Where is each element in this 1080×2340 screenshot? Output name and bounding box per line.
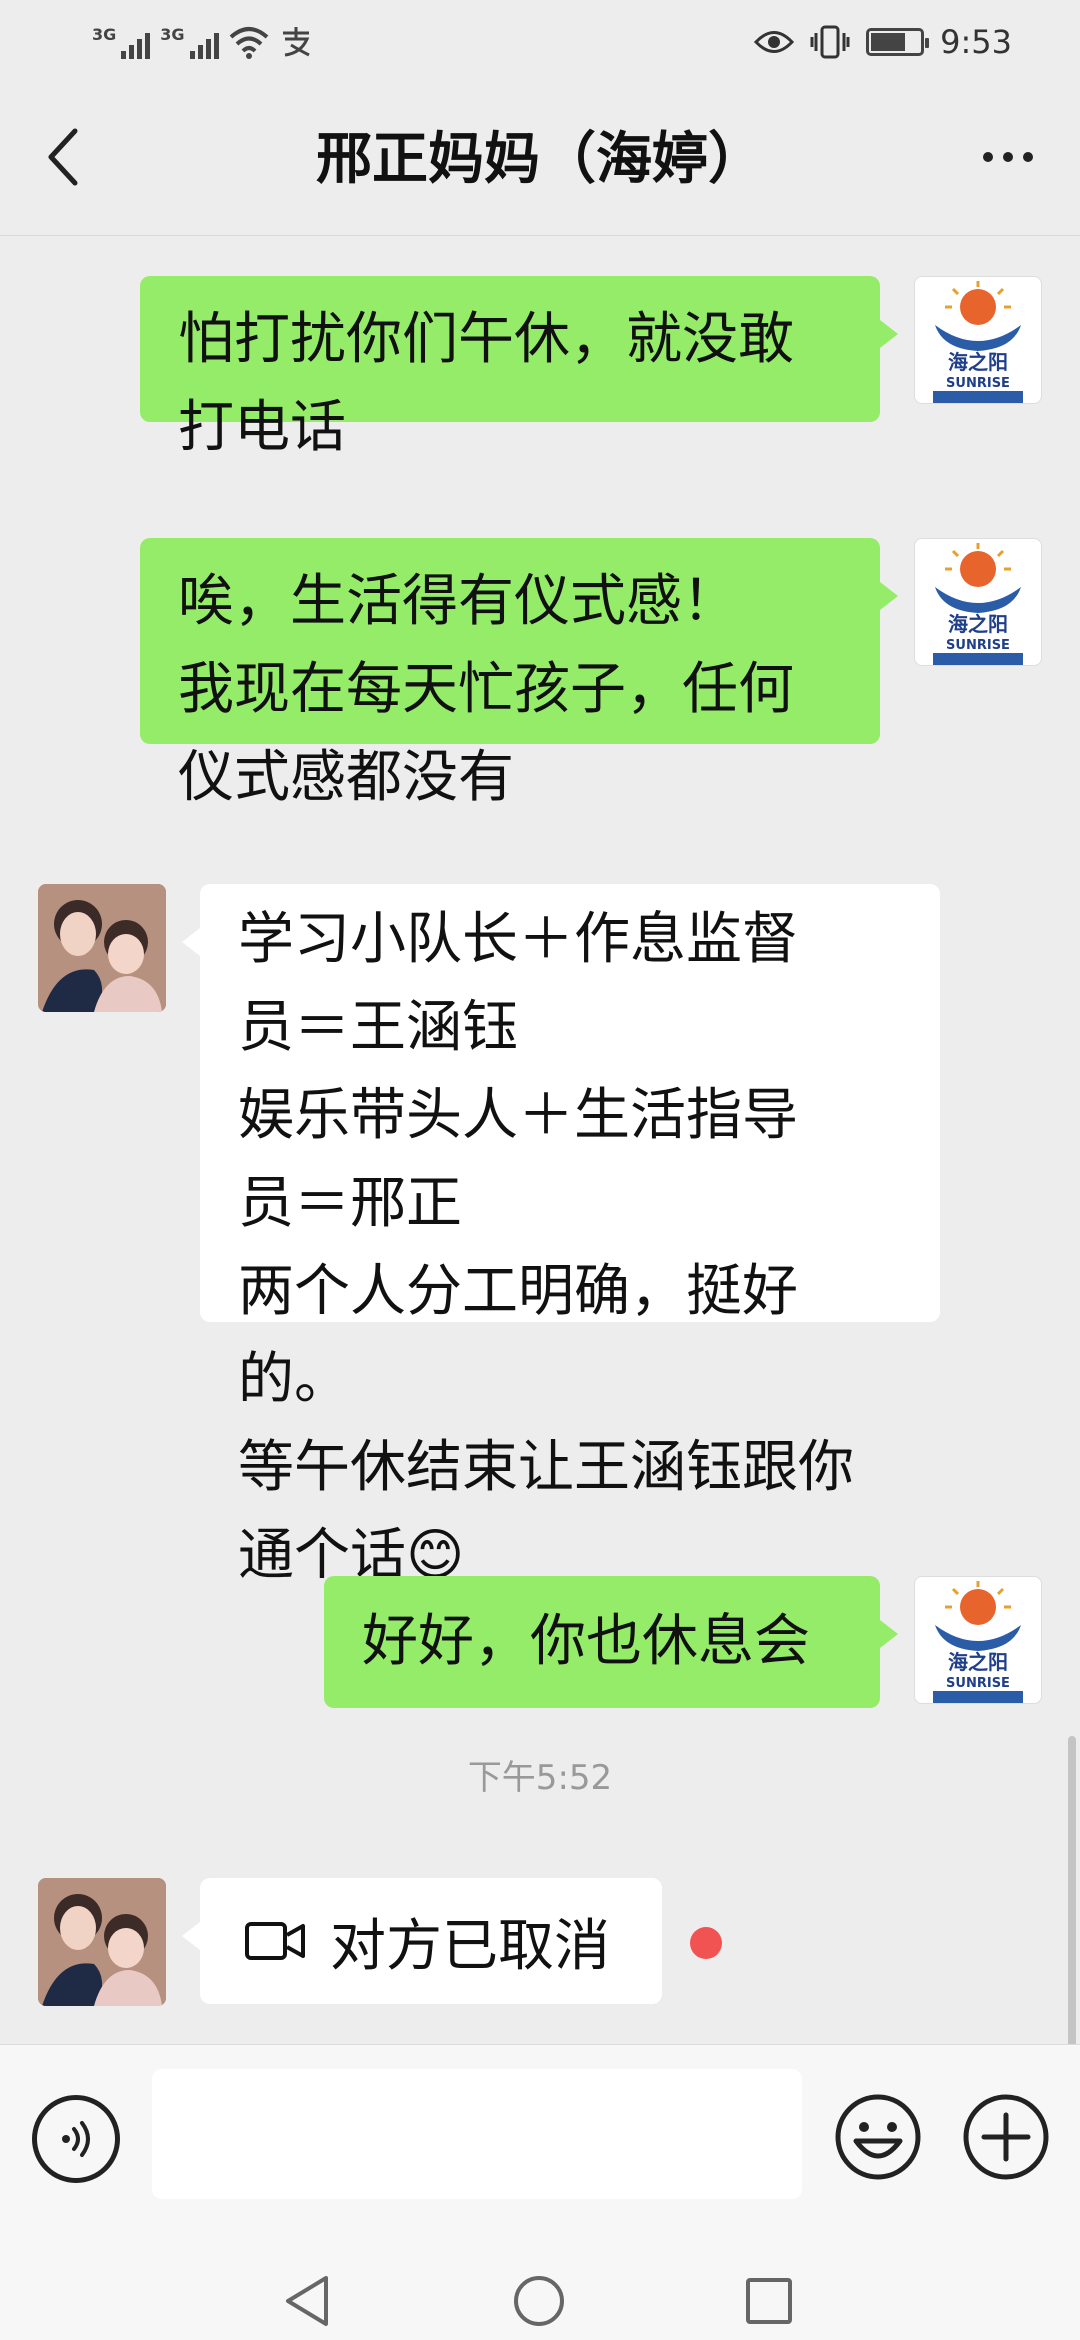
network-type-2: 3G (160, 25, 185, 44)
contact-photo (38, 884, 166, 1012)
call-status-text: 对方已取消 (330, 1913, 610, 1979)
signal-icon: 3G (92, 25, 151, 59)
contact-avatar[interactable] (38, 1878, 166, 2006)
wifi-icon (229, 27, 268, 59)
svg-text:海之阳: 海之阳 (948, 350, 1008, 374)
clock: 9:53 (940, 23, 1012, 61)
contact-avatar[interactable] (38, 884, 166, 1012)
eye-icon (754, 31, 795, 53)
more-horizontal-icon (983, 152, 993, 162)
contact-photo (38, 1878, 166, 2006)
emoji-button[interactable] (832, 2091, 924, 2183)
back-button[interactable] (30, 122, 100, 192)
my-avatar[interactable]: 海之阳 SUNRISE (914, 1576, 1042, 1704)
message-bubble-sent[interactable]: 怕打扰你们午休，就没敢 打电话 (140, 276, 898, 460)
voice-button[interactable] (32, 2095, 120, 2183)
video-camera-icon (245, 1922, 305, 1960)
svg-text:SUNRISE: SUNRISE (946, 376, 1010, 391)
vibrate-icon (810, 25, 850, 59)
more-dot (1023, 152, 1033, 162)
chevron-left-icon (48, 128, 78, 186)
battery-icon (866, 28, 930, 56)
sunrise-logo-icon: 海之阳 SUNRISE (933, 281, 1023, 403)
system-nav-bar (0, 2260, 1080, 2340)
emoji-icon (835, 2094, 921, 2180)
chat-header: 邢正妈妈（海婷） (0, 82, 1080, 236)
message-input[interactable] (152, 2069, 802, 2199)
nav-recents-icon[interactable] (744, 2276, 794, 2326)
my-avatar[interactable]: 海之阳 SUNRISE (914, 276, 1042, 404)
alipay-icon (282, 27, 310, 57)
call-message[interactable]: 对方已取消 (182, 1878, 662, 2004)
plus-button[interactable] (960, 2091, 1052, 2183)
message-bubble-received[interactable]: 学习小队长＋作息监督 员＝王涵钰 娱乐带头人＋生活指导 员＝邢正 两个人分工明确… (182, 884, 940, 1588)
status-bar: 3G 3G 9:53 (0, 0, 1080, 82)
message-timestamp: 下午5:52 (467, 1758, 613, 1798)
svg-text:海之阳: 海之阳 (948, 1650, 1008, 1674)
more-button[interactable] (968, 122, 1048, 192)
my-avatar[interactable]: 海之阳 SUNRISE (914, 538, 1042, 666)
message-bubble-sent[interactable]: 好好，你也休息会 (324, 1576, 898, 1708)
message-bubble-sent[interactable]: 唉，生活得有仪式感！ 我现在每天忙孩子，任何 仪式感都没有 (140, 538, 898, 810)
nav-home-icon[interactable] (512, 2274, 566, 2328)
svg-text:SUNRISE: SUNRISE (946, 638, 1010, 653)
sunrise-logo-icon: 海之阳 SUNRISE (933, 1581, 1023, 1703)
nav-back-icon[interactable] (282, 2274, 332, 2328)
unread-indicator (690, 1927, 722, 1959)
svg-text:SUNRISE: SUNRISE (946, 1676, 1010, 1691)
status-right: 9:53 (754, 18, 1012, 66)
battery-fill (871, 33, 905, 51)
message-list[interactable]: 怕打扰你们午休，就没敢 打电话 海之阳 SUNRISE 唉，生活得有仪式感！ 我… (0, 236, 1080, 2276)
svg-text:海之阳: 海之阳 (948, 612, 1008, 636)
network-type-1: 3G (92, 25, 117, 44)
chat-title: 邢正妈妈（海婷） (316, 127, 764, 192)
voice-icon (62, 2121, 90, 2157)
plus-icon (963, 2094, 1049, 2180)
more-dot (1003, 152, 1013, 162)
input-bar (0, 2044, 1080, 2260)
signal-icon: 3G (160, 25, 219, 59)
status-left: 3G 3G (92, 20, 313, 64)
sunrise-logo-icon: 海之阳 SUNRISE (933, 543, 1023, 665)
